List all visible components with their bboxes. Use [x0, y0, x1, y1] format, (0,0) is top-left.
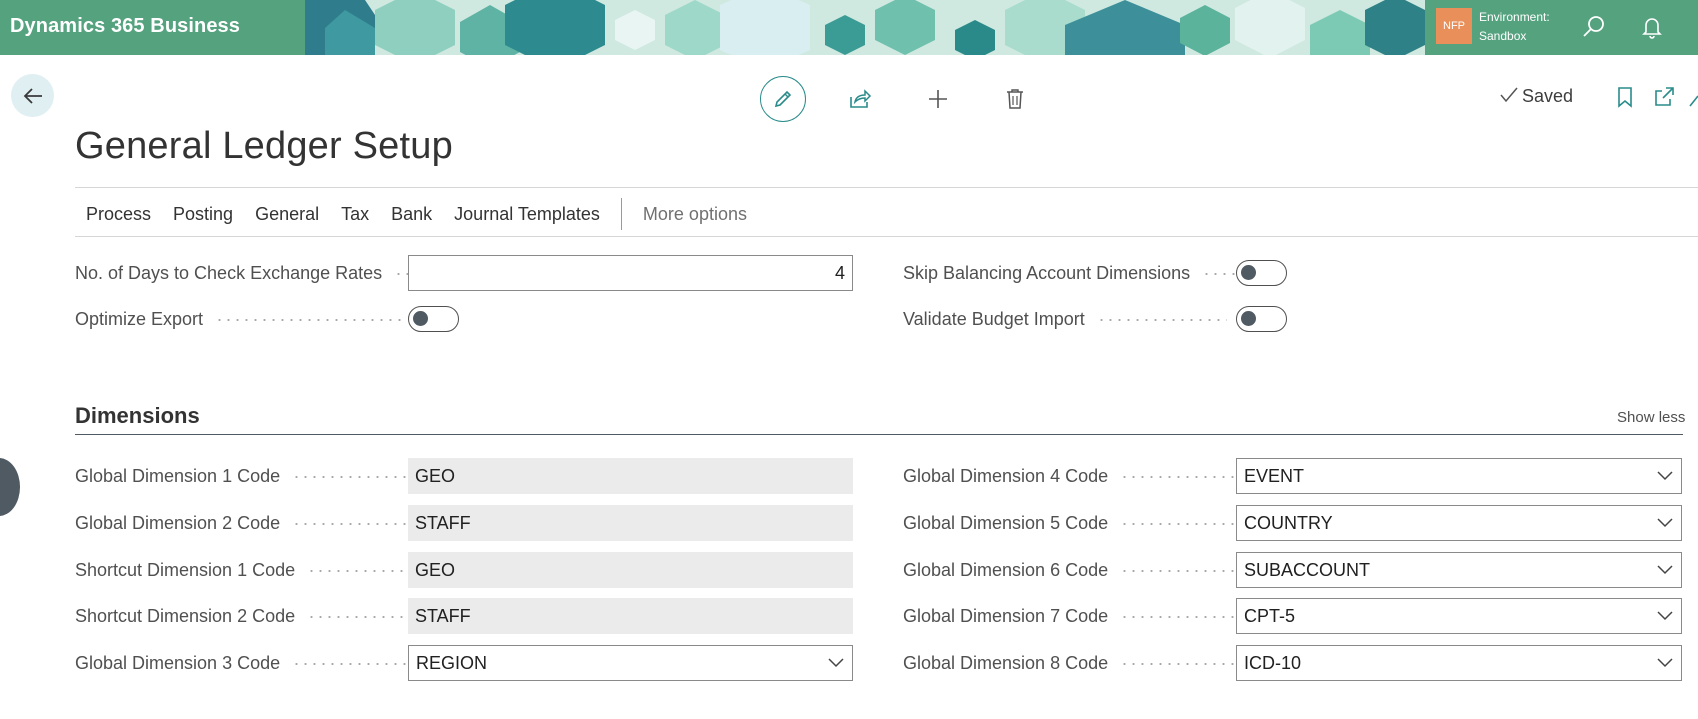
environment-info[interactable]: Environment: Sandbox	[1479, 8, 1550, 46]
hexagon-pattern	[305, 0, 1425, 55]
show-less-link[interactable]: Show less	[1617, 409, 1685, 426]
shortcut-dimension-2-value: STAFF	[408, 598, 853, 634]
back-button[interactable]	[11, 74, 54, 117]
app-bar-banner	[305, 0, 1425, 55]
global-dimension-5-select[interactable]: COUNTRY	[1236, 505, 1682, 541]
tab-process[interactable]: Process	[75, 204, 162, 225]
environment-value: Sandbox	[1479, 29, 1527, 43]
tab-general[interactable]: General	[244, 204, 330, 225]
optimize-export-toggle[interactable]	[408, 306, 459, 332]
chevron-down-icon	[1657, 471, 1673, 481]
title-divider	[75, 187, 1698, 188]
chevron-down-icon	[828, 658, 844, 668]
optimize-export-field-label: Optimize Export	[75, 309, 405, 330]
shortcut-dimension-1-label: Shortcut Dimension 1 Code	[75, 560, 407, 581]
back-arrow-icon	[23, 87, 42, 104]
saved-status: Saved	[1522, 86, 1574, 106]
shortcut-dimension-1-value: GEO	[408, 552, 853, 588]
days-check-input[interactable]: 4	[408, 255, 853, 291]
global-dimension-4-select[interactable]: EVENT	[1236, 458, 1682, 494]
global-dimension-3-value: REGION	[416, 653, 488, 673]
new-button[interactable]	[915, 76, 961, 122]
dimensions-divider	[75, 434, 1683, 435]
global-dimension-8-select[interactable]: ICD-10	[1236, 645, 1682, 681]
expand-icon[interactable]	[1688, 88, 1698, 113]
delete-button[interactable]	[992, 76, 1038, 122]
days-check-field-label: No. of Days to Check Exchange Rates	[75, 263, 419, 284]
app-title[interactable]: Dynamics 365 Business Central	[0, 0, 305, 55]
tab-separator	[620, 198, 622, 230]
global-dimension-1-label: Global Dimension 1 Code	[75, 466, 410, 487]
page-title: General Ledger Setup	[75, 125, 453, 167]
chevron-down-icon	[1657, 611, 1673, 621]
global-dimension-8-value: ICD-10	[1244, 653, 1302, 673]
environment-label: Environment:	[1479, 10, 1550, 24]
tab-posting[interactable]: Posting	[162, 204, 244, 225]
chevron-down-icon	[1657, 518, 1673, 528]
global-dimension-6-value: SUBACCOUNT	[1244, 560, 1371, 580]
trash-icon	[1007, 89, 1023, 109]
side-panel-handle[interactable]	[0, 458, 20, 516]
open-new-window-button[interactable]	[1641, 74, 1687, 120]
global-dimension-2-value: STAFF	[408, 505, 853, 541]
chevron-down-icon	[1657, 565, 1673, 575]
action-tabs: Process Posting General Tax Bank Journal…	[75, 198, 758, 230]
bell-icon[interactable]	[1638, 13, 1666, 41]
open-new-window-icon	[1655, 87, 1674, 106]
global-dimension-2-label: Global Dimension 2 Code	[75, 513, 410, 534]
global-dimension-6-label: Global Dimension 6 Code	[903, 560, 1238, 581]
global-dimension-3-select[interactable]: REGION	[408, 645, 853, 681]
tab-bank[interactable]: Bank	[380, 204, 443, 225]
global-dimension-5-label: Global Dimension 5 Code	[903, 513, 1238, 534]
global-dimension-7-label: Global Dimension 7 Code	[903, 606, 1238, 627]
global-dimension-8-label: Global Dimension 8 Code	[903, 653, 1238, 674]
shortcut-dimension-2-label: Shortcut Dimension 2 Code	[75, 606, 407, 627]
dimensions-section-title[interactable]: Dimensions	[75, 403, 200, 429]
validate-budget-toggle[interactable]	[1236, 306, 1287, 332]
global-dimension-4-value: EVENT	[1244, 466, 1305, 486]
app-bar: Dynamics 365 Business Central NFP Enviro…	[0, 0, 1698, 55]
plus-icon	[929, 90, 947, 108]
pencil-icon	[774, 90, 792, 108]
check-icon	[1499, 85, 1519, 110]
global-dimension-1-value: GEO	[408, 458, 853, 494]
global-dimension-5-value: COUNTRY	[1244, 513, 1333, 533]
global-dimension-4-label: Global Dimension 4 Code	[903, 466, 1238, 487]
company-avatar[interactable]: NFP	[1436, 8, 1472, 44]
global-dimension-6-select[interactable]: SUBACCOUNT	[1236, 552, 1682, 588]
global-dimension-7-select[interactable]: CPT-5	[1236, 598, 1682, 634]
global-dimension-3-label: Global Dimension 3 Code	[75, 653, 410, 674]
bookmark-icon	[1618, 87, 1632, 108]
skip-balancing-field-label: Skip Balancing Account Dimensions	[903, 263, 1238, 284]
validate-budget-field-label: Validate Budget Import	[903, 309, 1227, 330]
tab-journal-templates[interactable]: Journal Templates	[443, 204, 611, 225]
edit-button[interactable]	[760, 76, 806, 122]
tab-more-options[interactable]: More options	[632, 204, 758, 225]
tabs-divider	[75, 236, 1698, 237]
search-icon[interactable]	[1580, 13, 1608, 41]
global-dimension-7-value: CPT-5	[1244, 606, 1296, 626]
skip-balancing-toggle[interactable]	[1236, 260, 1287, 286]
share-button[interactable]	[837, 76, 883, 122]
chevron-down-icon	[1657, 658, 1673, 668]
share-icon	[850, 89, 872, 108]
tab-tax[interactable]: Tax	[330, 204, 380, 225]
